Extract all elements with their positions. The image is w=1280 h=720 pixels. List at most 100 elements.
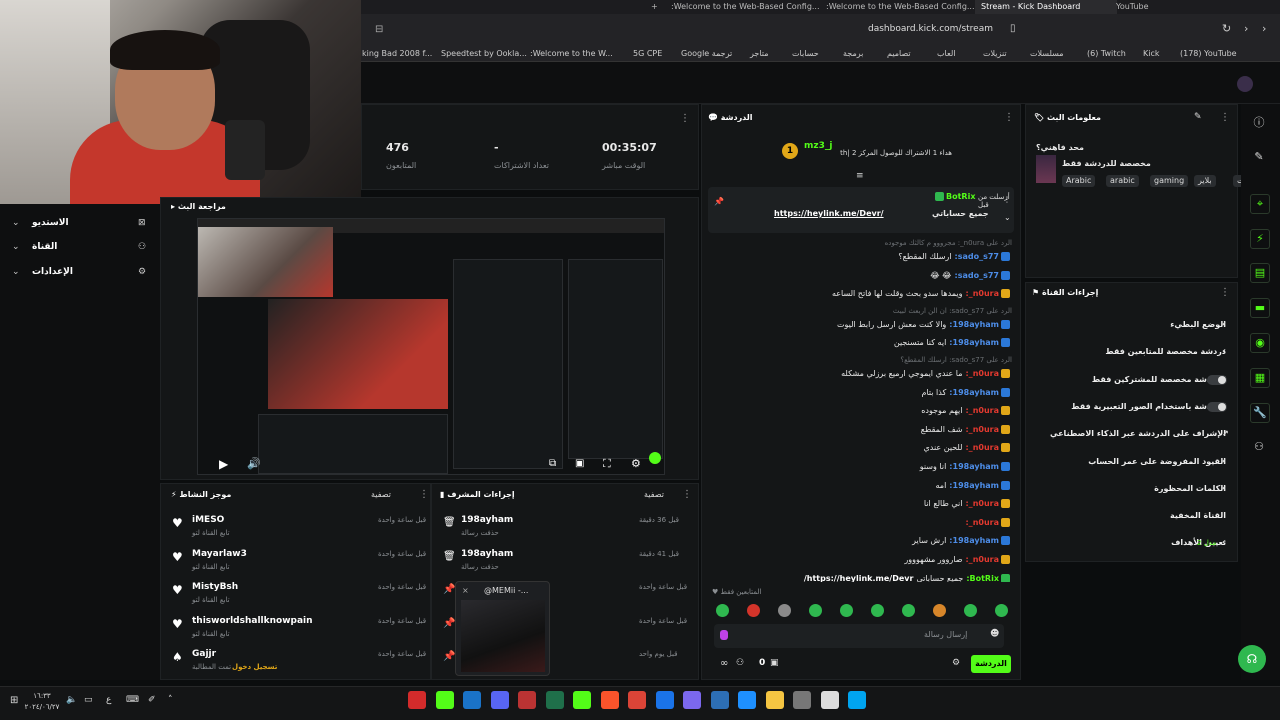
reader-icon[interactable]: ⊟ xyxy=(375,24,383,35)
nav-item-studio[interactable]: ⌄ الاستديو ⊠ xyxy=(8,216,153,232)
pen-icon[interactable]: ✎ xyxy=(1250,148,1268,166)
tab-config-2[interactable]: :Welcome to the Web-Based Config... xyxy=(820,0,982,14)
layout-icon[interactable]: ▦ xyxy=(1250,368,1270,388)
chevron-right-icon[interactable]: › xyxy=(1222,454,1226,470)
pin-icon[interactable]: 📌 xyxy=(714,197,724,206)
wrench-icon[interactable]: 🔧 xyxy=(1250,403,1270,423)
collapse-icon[interactable]: ≡ xyxy=(856,171,864,181)
pinned-link[interactable]: https://heylink.me/Devr/ xyxy=(774,209,884,218)
brave-icon[interactable] xyxy=(600,691,619,709)
broadcast-icon[interactable]: ◉ xyxy=(1250,333,1270,353)
bookmark-downloads[interactable]: تنزيلات xyxy=(983,46,1007,62)
more-icon[interactable]: ⋮ xyxy=(1220,112,1230,123)
setting-row[interactable]: دردشة مخصصة للمتابعين فقط › xyxy=(1029,344,1229,360)
language-indicator[interactable]: ع xyxy=(106,695,111,705)
users-icon[interactable]: ⚇ xyxy=(736,658,744,668)
steam-icon[interactable] xyxy=(463,691,481,709)
tag-chip[interactable]: Arabic xyxy=(1062,175,1096,187)
chevron-right-icon[interactable]: › xyxy=(1222,317,1226,333)
more-icon[interactable]: ⋮ xyxy=(1220,287,1230,298)
chat-username[interactable]: n0ura_: xyxy=(965,443,999,452)
stream-video[interactable] xyxy=(197,218,665,475)
setting-row[interactable]: الدردشة مخصصة للمشتركين فقط xyxy=(1029,372,1229,388)
xbox-icon[interactable] xyxy=(573,691,591,709)
activity-item[interactable]: ♥ MistyBsh تابع القناة لتو قبل ساعة واحدة xyxy=(160,580,431,612)
pip-icon[interactable]: ▣ xyxy=(575,458,584,469)
bookmark-speedtest[interactable]: Speedtest by Ookla... xyxy=(441,46,527,62)
bookmark-games[interactable]: العاب xyxy=(937,46,956,62)
chat-username[interactable]: n0ura_: xyxy=(965,289,999,298)
chat-username[interactable]: 198ayham: xyxy=(949,338,999,347)
chat-username[interactable]: 198ayham: xyxy=(949,388,999,397)
bookmark-config[interactable]: :Welcome to the W... xyxy=(530,46,613,62)
activity-link[interactable]: تسجيل دخول xyxy=(232,663,277,671)
infinity-icon[interactable]: ∞ xyxy=(720,658,728,669)
more-icon[interactable]: ⋮ xyxy=(1003,195,1011,204)
discord-icon[interactable] xyxy=(490,691,509,709)
emote-icon[interactable] xyxy=(840,604,853,617)
gear-icon[interactable]: ⚙ xyxy=(631,457,641,470)
network-icon[interactable]: ▭ xyxy=(84,695,93,705)
emote-icon[interactable] xyxy=(778,604,791,617)
back-icon[interactable]: › xyxy=(1262,22,1266,35)
window-icon[interactable] xyxy=(793,691,811,709)
close-icon[interactable]: × xyxy=(462,586,469,595)
activity-user[interactable]: MistyBsh xyxy=(192,582,332,592)
nav-item-channel[interactable]: ⌄ القناة ⚇ xyxy=(8,240,153,256)
network-app-icon[interactable] xyxy=(710,691,729,709)
chat-username[interactable]: n0ura_: xyxy=(965,406,999,415)
bookmark-translate[interactable]: Google ترجمة xyxy=(681,46,732,62)
reload-icon[interactable]: ↻ xyxy=(1222,22,1231,35)
chat-username[interactable]: sado_s77: xyxy=(955,252,999,261)
emote-icon[interactable] xyxy=(933,604,946,617)
bookmark-icon[interactable]: ▯ xyxy=(1010,23,1016,34)
gamecap-icon[interactable] xyxy=(518,691,536,709)
more-icon[interactable]: ⋮ xyxy=(1004,112,1014,123)
chevron-right-icon[interactable]: › xyxy=(1222,535,1226,551)
chat-username[interactable]: n0ura_: xyxy=(965,555,999,564)
mod-user[interactable]: 198ayham xyxy=(461,549,513,559)
bookmark-youtube[interactable]: (178) YouTube xyxy=(1180,46,1237,62)
stream-category[interactable]: مخصصة للدردشة فقط xyxy=(1062,159,1151,168)
chat-username[interactable]: n0ura_: xyxy=(965,518,999,527)
new-tab-button[interactable]: + xyxy=(645,0,664,14)
target-icon[interactable]: ⌖ xyxy=(1250,194,1270,214)
bookmark-accounts[interactable]: حسابات xyxy=(792,46,819,62)
chat-username[interactable]: n0ura_: xyxy=(965,499,999,508)
setting-row[interactable]: الدردشة باستخدام الصور التعبيرية فقط xyxy=(1029,399,1229,415)
mod-user[interactable]: 198ayham xyxy=(461,515,513,525)
chat-username[interactable]: BotRix: xyxy=(966,574,999,582)
users-icon[interactable]: ⚇ xyxy=(1250,438,1268,456)
bookmark-programming[interactable]: برمجة xyxy=(843,46,863,62)
bookmark-5gcpe[interactable]: 5G CPE xyxy=(633,46,662,62)
chrome-icon[interactable] xyxy=(628,691,646,709)
tag-chip[interactable]: بلاير xyxy=(1194,175,1216,187)
external-link-icon[interactable]: ↗ xyxy=(1222,426,1229,442)
avatar[interactable] xyxy=(1237,76,1253,92)
chat-username[interactable]: sado_s77: xyxy=(955,271,999,280)
bookmark-series[interactable]: مسلسلات xyxy=(1030,46,1064,62)
bookmark-kick[interactable]: Kick xyxy=(1143,46,1160,62)
bookmark-breaking-bad[interactable]: king Bad 2008 f... xyxy=(362,46,432,62)
chat-username[interactable]: 198ayham: xyxy=(949,462,999,471)
chat-username[interactable]: n0ura_: xyxy=(965,369,999,378)
mod-action-item[interactable]: 🗑 198ayham حذفت رسالة قبل 36 دقيقة xyxy=(431,513,699,545)
more-icon[interactable]: ⋮ xyxy=(680,113,690,124)
chat-input[interactable]: إرسال رسالة ☻ xyxy=(714,624,1004,648)
tab-kick-dashboard[interactable]: Stream - Kick Dashboard xyxy=(975,0,1117,14)
record-icon[interactable] xyxy=(408,691,426,709)
emote-icon[interactable] xyxy=(716,604,729,617)
chevron-down-icon[interactable]: ⌄ xyxy=(1004,213,1011,222)
chevron-right-icon[interactable]: › xyxy=(1222,344,1226,360)
keyboard-icon[interactable]: ⌨ xyxy=(126,695,139,705)
folder-icon[interactable] xyxy=(765,691,784,709)
edge-icon[interactable] xyxy=(738,691,756,709)
toggle-switch[interactable] xyxy=(1207,374,1227,385)
send-chat-button[interactable]: الدردشة xyxy=(971,655,1011,673)
document-icon[interactable]: ▤ xyxy=(1250,263,1270,283)
forward-icon[interactable]: › xyxy=(1244,22,1248,35)
bookmark-designs[interactable]: تصاميم xyxy=(887,46,911,62)
activity-item[interactable]: ♠ Gajjr تمت المطالبة تسجيل دخول قبل ساعة واح… xyxy=(160,647,431,679)
activity-item[interactable]: ♥ iMESO تابع القناة لتو قبل ساعة واحدة xyxy=(160,513,431,545)
setting-row[interactable]: الإشراف على الدردشة عبر الذكاء الاصطناعي… xyxy=(1029,426,1229,442)
